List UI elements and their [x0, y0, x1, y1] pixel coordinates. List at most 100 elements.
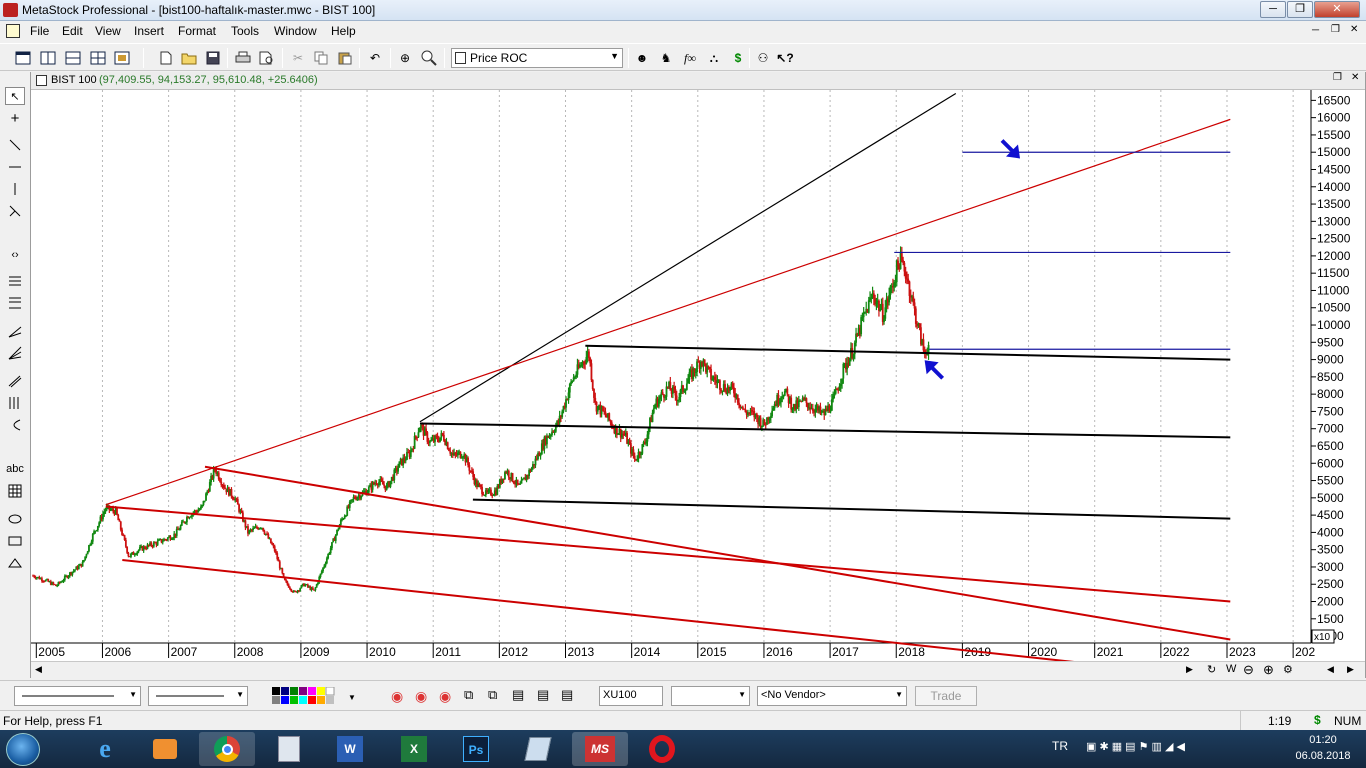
dollar-icon[interactable]: $	[729, 49, 747, 67]
text-tool-icon[interactable]: abc	[5, 460, 25, 478]
tile-vertical-icon[interactable]	[39, 49, 57, 67]
panel-icon[interactable]: ▤	[512, 687, 524, 703]
page-right-icon[interactable]: ▶	[1347, 664, 1354, 675]
triangle-tool-icon[interactable]	[5, 554, 25, 572]
calculator-icon[interactable]	[261, 732, 317, 766]
crosshair-icon[interactable]: ⊕	[396, 49, 414, 67]
window-icon[interactable]: ⧉	[464, 687, 473, 703]
copy-icon[interactable]	[312, 49, 330, 67]
chart-options-icon[interactable]: ⚙	[1283, 663, 1293, 676]
menu-file[interactable]: File	[30, 24, 49, 38]
clock-date[interactable]: 06.08.2018	[1288, 750, 1358, 762]
price-chart[interactable]: 2005 2006 2007 2008 2009 2010 2011 2012 2013 2014…	[31, 90, 1365, 661]
arc-tool-icon[interactable]	[5, 416, 25, 434]
mdi-restore-icon[interactable]: ❐	[1331, 24, 1340, 35]
metastock-icon[interactable]: MS	[572, 732, 628, 766]
scroll-left-icon[interactable]: ◀	[35, 664, 42, 675]
chart-restore-icon[interactable]: ❐	[1333, 72, 1342, 83]
crosshair-tool-icon[interactable]: +	[5, 109, 25, 127]
window-icon[interactable]: ⧉	[488, 687, 497, 703]
print-icon[interactable]	[234, 49, 252, 67]
trendline[interactable]	[105, 118, 1231, 506]
arrows-tool-icon[interactable]: ‹›	[5, 246, 25, 264]
chrome-icon[interactable]	[199, 732, 255, 766]
chrome-link-icon[interactable]: ◉	[415, 688, 427, 705]
binoculars-icon[interactable]: ⚇	[754, 49, 772, 67]
zoom-icon[interactable]	[420, 49, 438, 67]
layout-icon[interactable]	[14, 49, 32, 67]
minimize-button[interactable]: ─	[1260, 1, 1286, 18]
excel-icon[interactable]: X	[386, 732, 442, 766]
menu-insert[interactable]: Insert	[134, 24, 164, 38]
menu-view[interactable]: View	[95, 24, 121, 38]
menu-window[interactable]: Window	[274, 24, 317, 38]
fibonacci-tool-icon[interactable]	[5, 272, 25, 290]
close-button[interactable]: ✕	[1314, 1, 1360, 18]
menu-help[interactable]: Help	[331, 24, 356, 38]
trendline[interactable]	[419, 422, 1231, 439]
context-help-icon[interactable]: ↖?	[776, 49, 794, 67]
periodicity-combo[interactable]: ▼	[671, 686, 750, 706]
horizontal-scrollbar[interactable]: ◀ ▶ ↻ W ⊖ ⊕ ⚙ ◀ ▶	[31, 661, 1365, 678]
zoom-out-icon[interactable]: ⊖	[1243, 662, 1254, 678]
symbol-input[interactable]: XU100	[599, 686, 663, 706]
formula-icon[interactable]: f∞	[681, 49, 699, 67]
trendline[interactable]	[204, 465, 1231, 641]
trendline-tool-icon[interactable]	[5, 136, 25, 154]
undo-icon[interactable]: ↶	[366, 49, 384, 67]
open-folder-icon[interactable]	[180, 49, 198, 67]
paste-icon[interactable]	[336, 49, 354, 67]
trendlines[interactable]	[105, 92, 1231, 661]
tile-horizontal-icon[interactable]	[64, 49, 82, 67]
ellipse-tool-icon[interactable]	[5, 510, 25, 528]
panel-icon[interactable]: ▤	[561, 687, 573, 703]
line-style-combo[interactable]: ▼	[14, 686, 141, 706]
chrome-link-icon[interactable]: ◉	[439, 688, 451, 705]
horizontal-line-tool-icon[interactable]	[5, 158, 25, 176]
menu-format[interactable]: Format	[178, 24, 216, 38]
print-preview-icon[interactable]	[258, 49, 276, 67]
speed-lines-tool-icon[interactable]	[5, 202, 25, 220]
pointer-tool-icon[interactable]: ↖	[5, 87, 25, 105]
photoshop-icon[interactable]: Ps	[448, 732, 504, 766]
grid-tool-icon[interactable]	[5, 482, 25, 500]
internet-explorer-icon[interactable]: e	[77, 732, 133, 766]
restore-button[interactable]: ❐	[1287, 1, 1313, 18]
start-button[interactable]	[6, 733, 40, 766]
page-left-icon[interactable]: ◀	[1327, 664, 1334, 675]
trendline[interactable]	[419, 92, 957, 423]
chrome-link-icon[interactable]: ◉	[391, 688, 403, 705]
explorer-icon[interactable]: ♞	[657, 49, 675, 67]
new-file-icon[interactable]	[157, 49, 175, 67]
raff-channel-tool-icon[interactable]	[5, 372, 25, 390]
menu-tools[interactable]: Tools	[231, 24, 259, 38]
expert-advisor-icon[interactable]: ☻	[633, 49, 651, 67]
scroll-right-icon[interactable]: ▶	[1186, 664, 1193, 675]
tray-icons[interactable]: ▣ ✱ ▦ ▤ ⚑ ▥ ◢ ◀	[1086, 740, 1185, 753]
trade-button[interactable]: Trade	[915, 686, 977, 706]
trendline[interactable]	[585, 344, 1231, 361]
color-palette[interactable]: ▼	[272, 686, 362, 705]
chart-close-icon[interactable]: ✕	[1351, 72, 1359, 83]
rectangle-tool-icon[interactable]	[5, 532, 25, 550]
reload-icon[interactable]: ↻	[1207, 663, 1216, 676]
vertical-line-tool-icon[interactable]	[5, 180, 25, 198]
tile-grid-icon[interactable]	[89, 49, 107, 67]
clock-time[interactable]: 01:20	[1288, 734, 1358, 746]
menu-edit[interactable]: Edit	[62, 24, 83, 38]
chevron-down-icon[interactable]: ▼	[610, 51, 619, 61]
arrange-icon[interactable]	[113, 49, 131, 67]
gann-fan-tool-icon[interactable]	[5, 322, 25, 340]
notes-icon[interactable]	[510, 732, 566, 766]
language-indicator[interactable]: TR	[1052, 739, 1068, 753]
word-icon[interactable]: W	[322, 732, 378, 766]
retracement-tool-icon[interactable]	[5, 294, 25, 312]
vendor-combo[interactable]: <No Vendor> ▼	[757, 686, 907, 706]
trendline[interactable]	[472, 498, 1231, 520]
line-weight-combo[interactable]: ▼	[148, 686, 248, 706]
speed-resistance-tool-icon[interactable]	[5, 344, 25, 362]
save-icon[interactable]	[204, 49, 222, 67]
indicator-combo[interactable]: Price ROC ▼	[451, 48, 623, 68]
cut-icon[interactable]: ✂	[289, 49, 307, 67]
opera-icon[interactable]	[634, 732, 690, 766]
